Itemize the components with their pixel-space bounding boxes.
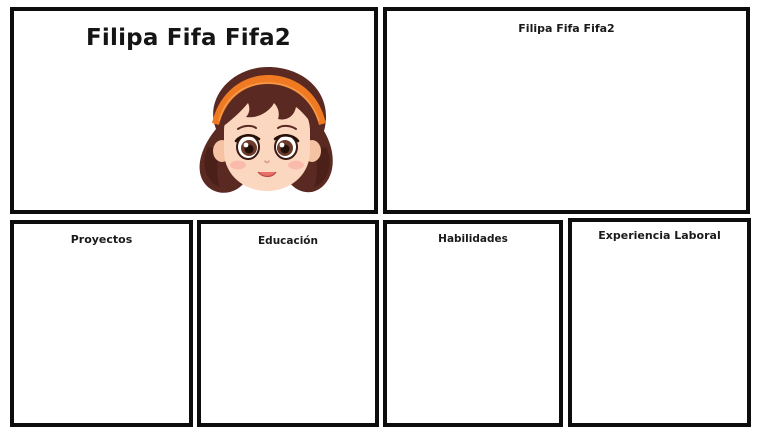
educacion-panel: Educación <box>197 220 379 427</box>
hero-title: Filipa Fifa Fifa2 <box>86 25 292 51</box>
about-title: Filipa Fifa Fifa2 <box>518 22 615 35</box>
habilidades-panel: Habilidades <box>383 220 563 427</box>
girl-avatar-icon <box>199 67 333 193</box>
proyectos-title: Proyectos <box>70 233 133 246</box>
educacion-title: Educación <box>258 235 318 247</box>
habilidades-title: Habilidades <box>438 233 508 245</box>
proyectos-panel: Proyectos <box>10 220 193 427</box>
experiencia-title: Experiencia Laboral <box>598 229 721 242</box>
experiencia-panel: Experiencia Laboral <box>568 218 751 427</box>
hero-panel: Filipa Fifa Fifa2 <box>10 7 378 214</box>
about-panel: Filipa Fifa Fifa2 <box>383 7 750 214</box>
